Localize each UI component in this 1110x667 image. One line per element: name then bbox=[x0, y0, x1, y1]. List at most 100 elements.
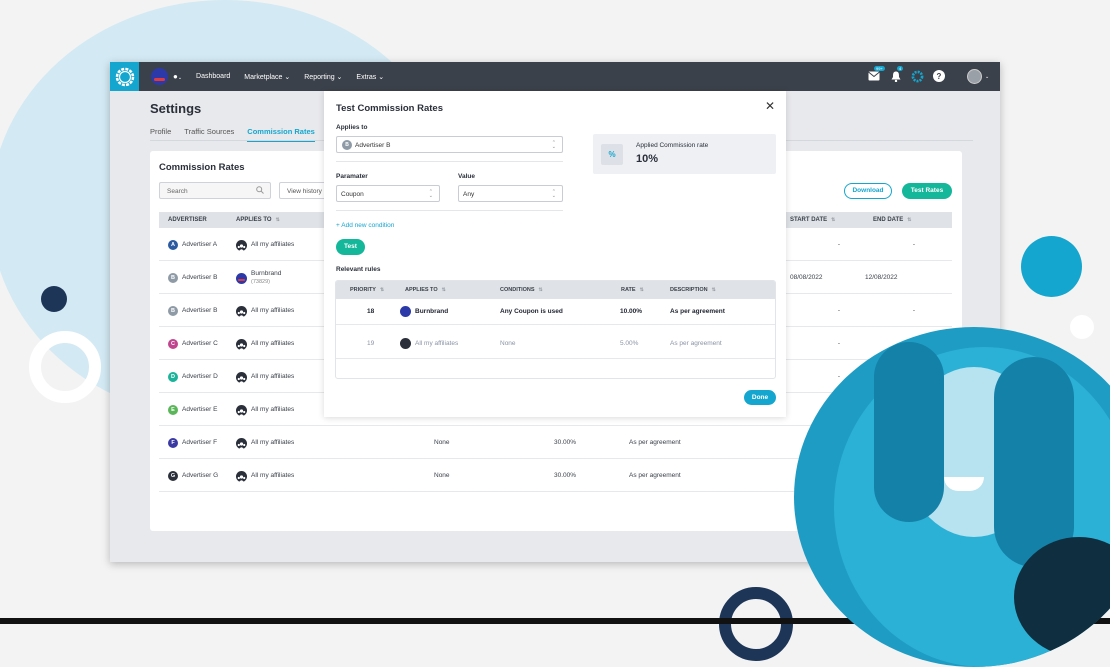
rate-cell: 30.00% bbox=[554, 471, 577, 479]
divider bbox=[336, 210, 563, 211]
start-date-cell: - bbox=[837, 306, 840, 314]
add-condition-link[interactable]: + Add new condition bbox=[336, 222, 394, 229]
rth-applies-to[interactable]: APPLIES TO ⇅ bbox=[405, 287, 446, 293]
advertiser-b-icon: B bbox=[342, 140, 352, 150]
rth-rate[interactable]: RATE ⇅ bbox=[621, 287, 644, 293]
applies-to-select[interactable]: B Advertiser B ⌃ ⌄ bbox=[336, 136, 563, 153]
applies-to-sub: (73829) bbox=[251, 278, 270, 285]
advertiser-name: Advertiser E bbox=[182, 405, 218, 413]
bg-dot-white bbox=[1070, 315, 1094, 339]
logo-icon[interactable] bbox=[110, 62, 139, 91]
applies-to-text: All my affiliates bbox=[251, 240, 295, 248]
user-switch-icon[interactable]: ●⌄ bbox=[173, 72, 182, 81]
affiliates-icon bbox=[236, 305, 247, 317]
conditions-cell: None bbox=[434, 438, 450, 446]
rule-row[interactable]: 19 All my affiliates None 5.00% As per a… bbox=[336, 325, 775, 359]
parameter-select[interactable]: Coupon ⌃ ⌄ bbox=[336, 185, 440, 202]
rth-conditions[interactable]: CONDITIONS ⇅ bbox=[500, 287, 543, 293]
description-cell: As per agreement bbox=[629, 471, 681, 479]
download-button[interactable]: Download bbox=[844, 183, 892, 199]
value-select[interactable]: Any ⌃ ⌄ bbox=[458, 185, 563, 202]
search-input[interactable]: Search bbox=[159, 182, 271, 199]
search-icon bbox=[256, 186, 264, 196]
affiliates-icon bbox=[400, 338, 411, 349]
bg-dot-cyan bbox=[1021, 236, 1082, 297]
parameter-label: Paramater bbox=[336, 173, 368, 180]
advertiser-name: Advertiser G bbox=[182, 471, 219, 479]
mail-badge: 99+ bbox=[874, 66, 885, 71]
rule-priority: 18 bbox=[367, 308, 375, 315]
modal-title: Test Commission Rates bbox=[336, 103, 443, 114]
help-icon[interactable]: ? bbox=[933, 70, 945, 82]
nav-reporting[interactable]: Reporting ⌄ bbox=[304, 73, 342, 81]
rules-table: PRIORITY ⇅ APPLIES TO ⇅ CONDITIONS ⇅ RATE ⇅ … bbox=[335, 280, 776, 379]
rule-conditions: None bbox=[500, 340, 516, 347]
select-chevron-icon: ⌃ ⌄ bbox=[551, 189, 556, 199]
gear-icon[interactable] bbox=[911, 70, 924, 83]
applied-rate-value: 10% bbox=[636, 153, 659, 165]
rule-applies-to: Burnbrand bbox=[415, 308, 449, 315]
th-advertiser[interactable]: ADVERTISER bbox=[168, 217, 207, 223]
relevant-rules-title: Relevant rules bbox=[336, 266, 381, 273]
top-navbar: ●⌄ Dashboard Marketplace ⌄ Reporting ⌄ E… bbox=[110, 62, 1000, 91]
applies-to-text: All my affiliates bbox=[251, 372, 295, 380]
rate-cell: 30.00% bbox=[554, 438, 577, 446]
test-button[interactable]: Test bbox=[336, 239, 365, 255]
applies-to-text: Burnbrand bbox=[251, 269, 282, 277]
end-date-cell: - bbox=[912, 306, 915, 314]
affiliates-icon bbox=[236, 371, 247, 383]
advertiser-icon: A bbox=[168, 239, 178, 250]
bell-icon[interactable]: 4 bbox=[891, 66, 904, 82]
test-rates-button[interactable]: Test Rates bbox=[902, 183, 952, 199]
bg-dot-navy bbox=[41, 286, 67, 312]
end-date-cell: - bbox=[912, 240, 915, 248]
user-avatar[interactable]: ⌄ bbox=[967, 69, 989, 84]
applies-to-text: All my affiliates bbox=[251, 471, 295, 479]
rule-description: As per agreement bbox=[670, 340, 722, 347]
rth-description[interactable]: DESCRIPTION ⇅ bbox=[670, 287, 716, 293]
applies-to-text: All my affiliates bbox=[251, 438, 295, 446]
affiliates-icon bbox=[236, 338, 247, 350]
brand-avatar[interactable] bbox=[151, 68, 168, 85]
percent-icon: % bbox=[601, 144, 623, 165]
end-date-cell: 12/08/2022 bbox=[865, 273, 898, 281]
advertiser-icon: B bbox=[168, 272, 178, 283]
nav-marketplace[interactable]: Marketplace ⌄ bbox=[244, 73, 290, 81]
rule-priority: 19 bbox=[367, 340, 375, 347]
value-label: Value bbox=[458, 173, 475, 180]
close-icon[interactable]: ✕ bbox=[765, 99, 775, 113]
page-title: Settings bbox=[150, 101, 202, 116]
mail-icon[interactable]: 99+ bbox=[868, 66, 885, 81]
advertiser-icon: G bbox=[168, 470, 178, 481]
advertiser-name: Advertiser C bbox=[182, 339, 218, 347]
th-applies-to[interactable]: APPLIES TO ⇅ bbox=[236, 217, 280, 223]
select-chevron-icon: ⌃ ⌄ bbox=[551, 140, 556, 150]
view-history-button[interactable]: View history bbox=[279, 182, 327, 199]
applies-to-label: Applies to bbox=[336, 124, 368, 131]
done-button[interactable]: Done bbox=[744, 390, 776, 405]
rule-conditions: Any Coupon is used bbox=[500, 308, 563, 315]
nav-dashboard[interactable]: Dashboard bbox=[196, 73, 230, 80]
advertiser-name: Advertiser B bbox=[182, 306, 218, 314]
advertiser-icon: E bbox=[168, 404, 178, 415]
bg-ring-navy bbox=[719, 587, 793, 661]
nav-extras[interactable]: Extras ⌄ bbox=[356, 73, 384, 81]
advertiser-name: Advertiser D bbox=[182, 372, 218, 380]
rules-header: PRIORITY ⇅ APPLIES TO ⇅ CONDITIONS ⇅ RATE ⇅ … bbox=[336, 281, 775, 299]
affiliates-icon bbox=[236, 404, 247, 416]
advertiser-icon: D bbox=[168, 371, 178, 382]
applies-to-text: All my affiliates bbox=[251, 306, 295, 314]
affiliates-icon bbox=[236, 470, 247, 482]
applies-to-text: All my affiliates bbox=[251, 405, 295, 413]
card-title: Commission Rates bbox=[159, 162, 245, 173]
advertiser-name: Advertiser B bbox=[182, 273, 218, 281]
affiliates-icon bbox=[236, 239, 247, 251]
rth-priority[interactable]: PRIORITY ⇅ bbox=[350, 287, 384, 293]
burnbrand-icon bbox=[400, 306, 411, 317]
th-end-date[interactable]: END DATE ⇅ bbox=[873, 217, 911, 223]
start-date-cell: - bbox=[837, 339, 840, 347]
description-cell: As per agreement bbox=[629, 438, 681, 446]
start-date-cell: - bbox=[837, 372, 840, 380]
th-start-date[interactable]: START DATE ⇅ bbox=[790, 217, 835, 223]
rule-row[interactable]: 18 Burnbrand Any Coupon is used 10.00% A… bbox=[336, 299, 775, 325]
